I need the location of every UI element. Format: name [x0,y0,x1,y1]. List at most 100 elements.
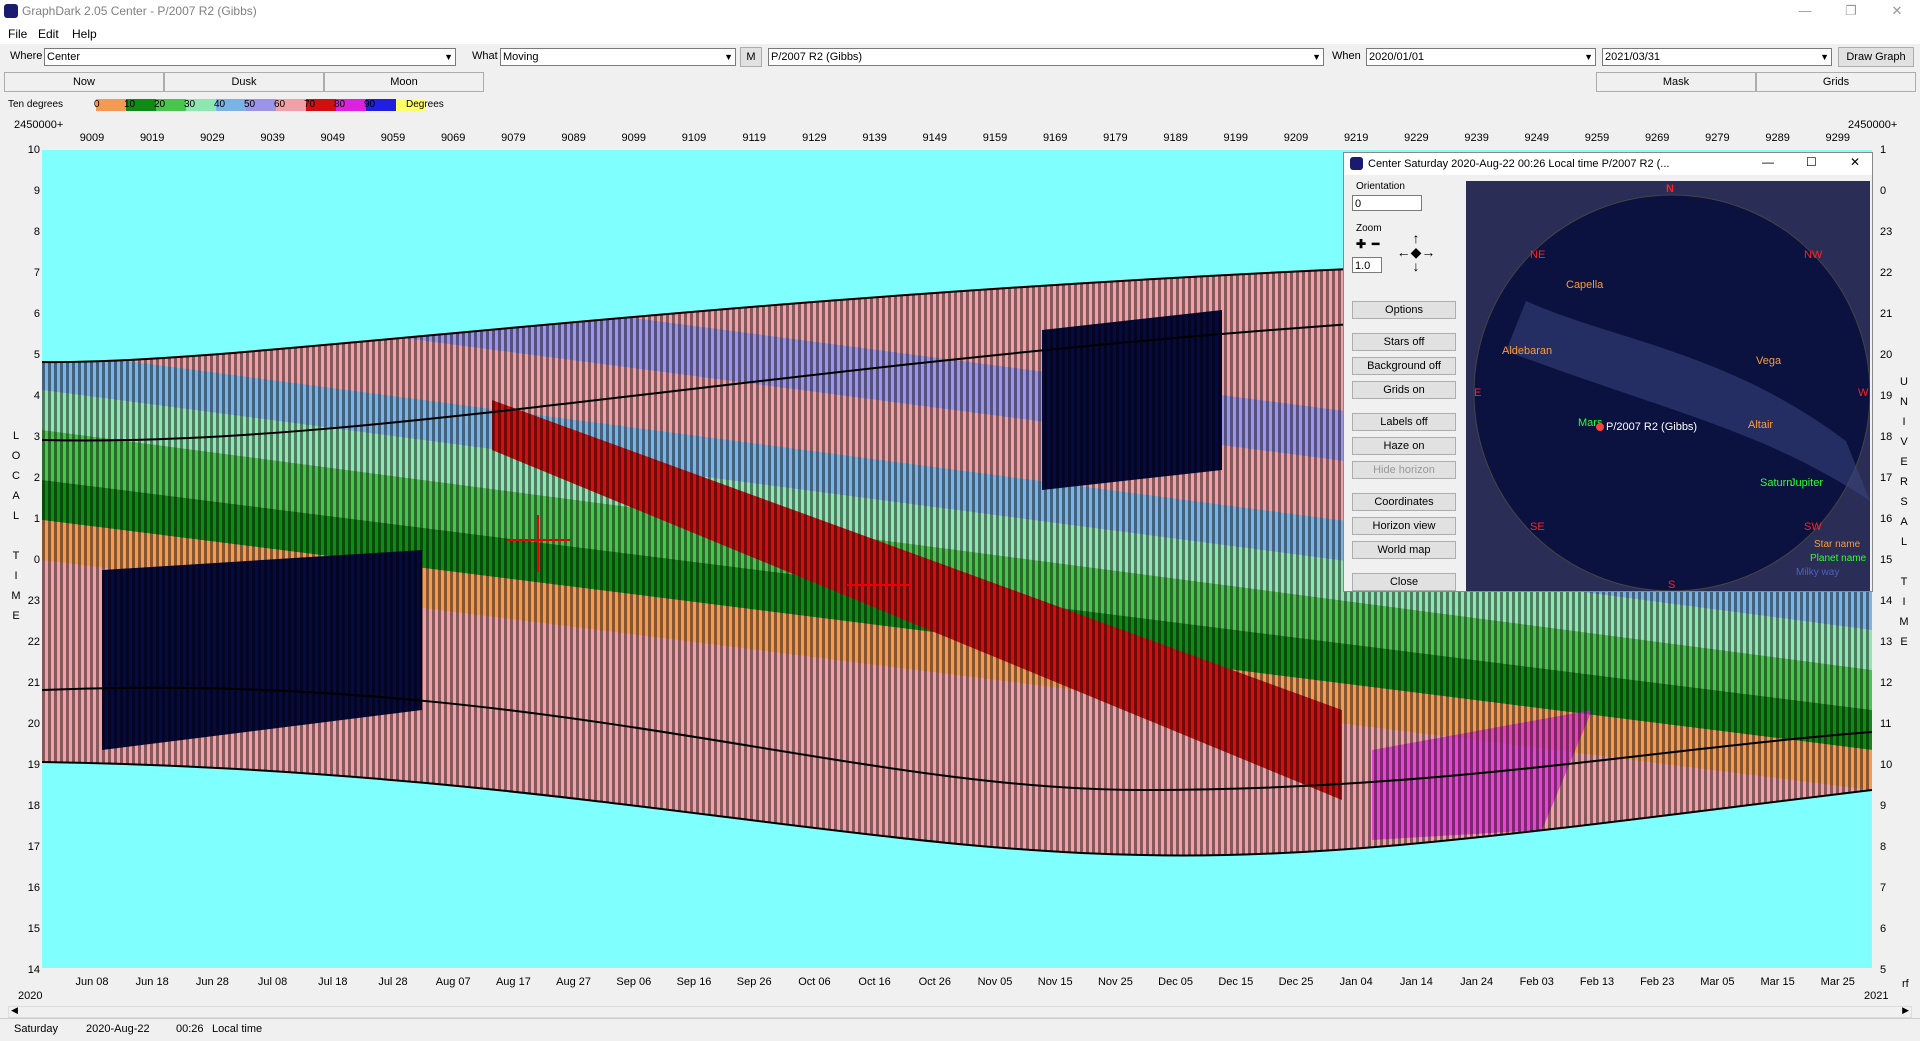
ut-hour-tick: 21 [1880,308,1893,320]
key-star-name: Star name [1814,539,1861,550]
local-hour-tick: 5 [33,349,40,361]
zoom-input[interactable]: 1.0 [1352,257,1382,273]
sky-horizon-view-button[interactable]: Horizon view [1352,517,1456,535]
ut-hour-tick: 9 [1880,800,1887,812]
jd-tick: 9179 [1103,132,1128,144]
sky-coordinates-button[interactable]: Coordinates [1352,493,1456,511]
status-bar: Saturday 2020-Aug-22 00:26 Local time [0,1018,1920,1041]
sky-haze-on-button[interactable]: Haze on [1352,437,1456,455]
star-altair: Altair [1748,419,1774,431]
legend-tick: 20 [154,99,166,110]
tab-mask[interactable]: Mask [1596,72,1756,92]
menu-file[interactable]: File [8,27,27,41]
sky-title-bar: Center Saturday 2020-Aug-22 00:26 Local … [1344,153,1872,175]
date-tick: Aug 17 [495,976,531,988]
ut-hour-tick: 19 [1880,390,1893,402]
zoom-minus-icon[interactable]: ━ [1372,237,1379,251]
tab-moon[interactable]: Moon [324,72,484,92]
tab-now[interactable]: Now [4,72,164,92]
sky-background-off-button[interactable]: Background off [1352,357,1456,375]
tab-dusk[interactable]: Dusk [164,72,324,92]
zoom-value: 1.0 [1355,260,1371,272]
tab-grids[interactable]: Grids [1756,72,1916,92]
chevron-down-icon: ▼ [1312,52,1321,62]
legend-tick: 50 [244,99,256,110]
year-right: 2021 [1864,990,1889,1002]
sky-stars-off-button[interactable]: Stars off [1352,333,1456,351]
horizontal-scrollbar[interactable]: ◀ ▶ [8,1005,1912,1018]
minimize-button[interactable]: — [1782,0,1828,24]
title-bar: GraphDark 2.05 Center - P/2007 R2 (Gibbs… [0,0,1920,24]
ut-hour-tick: 14 [1880,595,1893,607]
local-hour-tick: 3 [33,431,40,443]
date-tick: Jun 08 [75,976,109,988]
jd-tick: 9299 [1825,132,1851,144]
local-hour-tick: 22 [27,636,40,648]
date-tick: Oct 26 [918,976,951,988]
sky-chart[interactable]: N NE NW E W SE SW S Capella Aldebaran Ve… [1466,181,1870,591]
ut-hour-tick: 15 [1880,554,1893,566]
when-start-select[interactable]: 2020/01/01 ▼ [1366,48,1596,66]
jd-tick: 9029 [200,132,225,144]
local-time-letter: C [12,470,20,482]
menu-edit[interactable]: Edit [38,27,59,41]
jd-tick: 9289 [1765,132,1790,144]
where-value: Center [47,51,81,63]
jd-tick: 9119 [742,132,767,144]
date-tick: Nov 25 [1097,976,1133,988]
close-button[interactable]: ✕ [1850,155,1860,169]
compass-ne: NE [1530,249,1546,261]
date-tick: Sep 06 [616,976,652,988]
app-icon [4,4,18,18]
date-tick: Jun 18 [135,976,169,988]
compass-e: E [1474,387,1482,399]
ut-hour-tick: 12 [1880,677,1893,689]
sky-world-map-button[interactable]: World map [1352,541,1456,559]
orientation-input[interactable]: 0 [1352,195,1422,211]
local-hour-tick: 10 [27,144,40,156]
zoom-plus-icon[interactable]: ✚ [1356,237,1366,251]
date-tick: Jul 28 [378,976,408,988]
jd-tick: 9229 [1404,132,1429,144]
jd-tick: 9139 [862,132,887,144]
object-select[interactable]: P/2007 R2 (Gibbs) ▼ [768,48,1324,66]
ut-letter: N [1900,396,1908,408]
close-button[interactable]: ✕ [1874,0,1920,24]
sky-labels-off-button[interactable]: Labels off [1352,413,1456,431]
where-select[interactable]: Center ▼ [44,48,456,66]
local-hour-tick: 20 [27,718,40,730]
date-tick: Dec 25 [1278,976,1314,988]
ut-hour-tick: 18 [1880,431,1893,443]
sky-grids-on-button[interactable]: Grids on [1352,381,1456,399]
ut-hour-tick: 5 [1880,964,1887,976]
sky-hide-horizon-button[interactable]: Hide horizon [1352,461,1456,479]
scroll-right-icon[interactable]: ▶ [1902,1005,1909,1016]
scroll-left-icon[interactable]: ◀ [11,1005,18,1016]
menu-help[interactable]: Help [72,27,97,41]
maximize-button[interactable]: ☐ [1806,155,1817,169]
sky-close-button[interactable]: Close [1352,573,1456,591]
orientation-value: 0 [1355,198,1362,210]
minimize-button[interactable]: — [1762,155,1774,169]
what-select[interactable]: Moving ▼ [500,48,736,66]
sky-options-button[interactable]: Options [1352,301,1456,319]
date-tick: Feb 13 [1579,976,1615,988]
date-tick: Feb 23 [1640,976,1675,988]
ut-letter: U [1900,376,1908,388]
maximize-button[interactable]: ❐ [1828,0,1874,24]
ut-hour-tick: 7 [1880,882,1887,894]
status-time: 00:26 [176,1023,204,1035]
ut-letter: T [1900,576,1908,588]
m-button[interactable]: M [740,47,762,67]
when-end-value: 2021/03/31 [1605,51,1661,63]
ut-letter: I [1902,416,1906,428]
local-time-letter: O [11,450,21,462]
draw-graph-button[interactable]: Draw Graph [1838,47,1914,67]
jd-tick: 9059 [380,132,406,144]
jd-tick: 9209 [1283,132,1309,144]
jd-tick: 9259 [1584,132,1610,144]
pan-arrows-icon[interactable]: ↑ ←◆→ ↓ [1394,231,1438,273]
jd-tick: 9109 [681,132,707,144]
app-icon [1350,157,1363,170]
when-end-select[interactable]: 2021/03/31 ▼ [1602,48,1832,66]
